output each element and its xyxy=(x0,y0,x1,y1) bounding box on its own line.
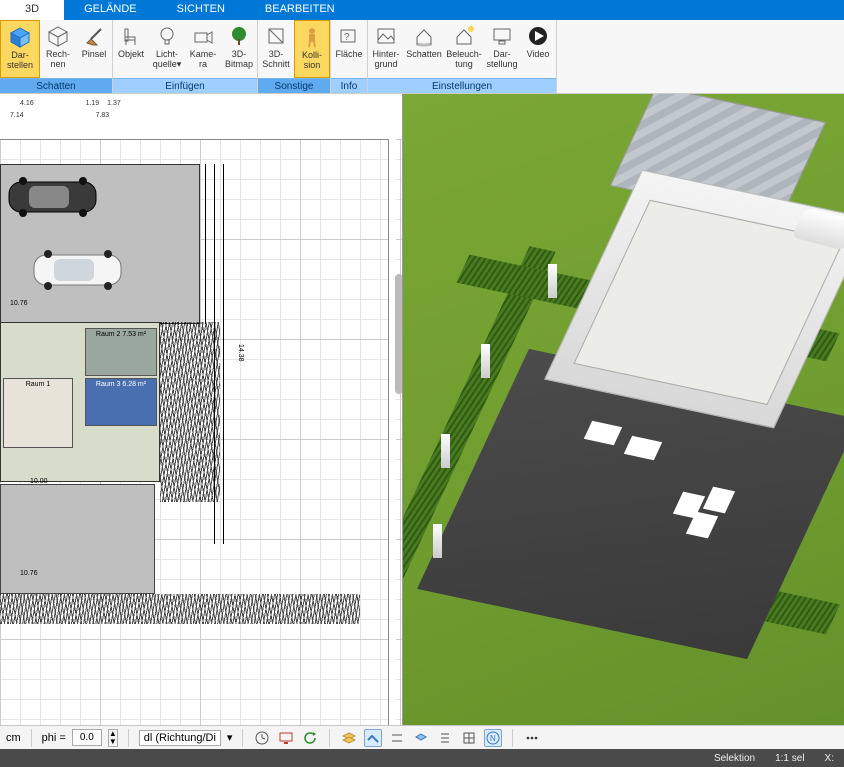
bulb-icon xyxy=(155,24,179,48)
image-icon xyxy=(374,24,398,48)
layers-icon[interactable] xyxy=(340,729,358,747)
monitor-small-icon[interactable] xyxy=(277,729,295,747)
tab-sichten[interactable]: SICHTEN xyxy=(157,0,245,20)
align-icon[interactable] xyxy=(436,729,454,747)
pillar-2 xyxy=(481,344,490,378)
tab-3d[interactable]: 3D xyxy=(0,0,64,20)
brush-icon xyxy=(82,24,106,48)
bottom-toolbar: cm phi = ▲▼ dl (Richtung/Di ▾ N xyxy=(0,725,844,749)
ribbon-label-einstellungen: Einstellungen xyxy=(368,78,556,93)
menu-small-icon[interactable] xyxy=(523,729,541,747)
workspace: 4.16 1.19 1.37 7.14 7.83 10.76 Raum 2 7.… xyxy=(0,94,844,727)
person-icon xyxy=(300,25,324,49)
play-icon xyxy=(526,24,550,48)
refresh-icon[interactable] xyxy=(301,729,319,747)
btn-3dschnitt[interactable]: 3D-Schnitt xyxy=(258,20,294,78)
btn-beleuchtung[interactable]: Beleuch-tung xyxy=(444,20,484,78)
ribbon: Dar-stellen Rech-nen Pinsel Schatten xyxy=(0,20,844,94)
mode-select[interactable]: dl (Richtung/Di xyxy=(139,730,221,746)
ribbon-label-schatten: Schatten xyxy=(0,78,112,93)
cube-outline-icon xyxy=(46,24,70,48)
ruler-vertical xyxy=(388,139,396,727)
svg-text:N: N xyxy=(490,734,496,743)
btn-rechnen[interactable]: Rech-nen xyxy=(40,20,76,78)
ribbon-label-einfuegen: Einfügen xyxy=(113,78,257,93)
pillar-3 xyxy=(441,434,450,468)
tab-bearbeiten[interactable]: BEARBEITEN xyxy=(245,0,355,20)
ribbon-label-info: Info xyxy=(331,78,367,93)
clock-icon[interactable] xyxy=(253,729,271,747)
phi-label: phi = xyxy=(42,732,66,744)
dim-side: 14.38 xyxy=(237,344,244,362)
room-2[interactable]: Raum 2 7.53 m² xyxy=(85,328,157,376)
status-bar: Selektion 1:1 sel X: xyxy=(0,749,844,767)
parallel-icon[interactable] xyxy=(388,729,406,747)
room-3[interactable]: Raum 3 6.28 m² xyxy=(85,378,157,426)
ribbon-group-info: ? Fläche Info xyxy=(331,20,368,93)
house-shadow-icon xyxy=(412,24,436,48)
tree-icon xyxy=(227,24,251,48)
car-top-2 xyxy=(30,249,125,291)
main-tab-bar: 3D GELÄNDE SICHTEN BEARBEITEN xyxy=(0,0,844,20)
pillar-4 xyxy=(433,524,442,558)
floorplan-pane[interactable]: 4.16 1.19 1.37 7.14 7.83 10.76 Raum 2 7.… xyxy=(0,94,403,727)
3d-view-pane[interactable] xyxy=(403,94,844,727)
btn-kollision[interactable]: Kolli-sion xyxy=(294,20,330,78)
dim-bottom: 10.76 xyxy=(20,570,38,577)
btn-kamera[interactable]: Kame-ra xyxy=(185,20,221,78)
svg-text:?: ? xyxy=(344,32,350,43)
grid-icon[interactable] xyxy=(460,729,478,747)
house-block[interactable]: Raum 2 7.53 m² Raum 3 6.28 m² Raum 1 xyxy=(0,322,160,482)
btn-objekt[interactable]: Objekt xyxy=(113,20,149,78)
btn-3dbitmap[interactable]: 3D-Bitmap xyxy=(221,20,257,78)
car-top-1 xyxy=(5,176,100,218)
room-1[interactable]: Raum 1 xyxy=(3,378,73,448)
house-light-icon xyxy=(452,24,476,48)
lower-parking[interactable] xyxy=(0,484,155,594)
ribbon-label-sonstige: Sonstige xyxy=(258,78,330,93)
btn-flaeche[interactable]: ? Fläche xyxy=(331,20,367,78)
pillar-1 xyxy=(548,264,557,298)
btn-schatten[interactable]: Schatten xyxy=(404,20,444,78)
status-scale: 1:1 sel xyxy=(775,753,804,764)
area-icon: ? xyxy=(337,24,361,48)
camera-icon xyxy=(191,24,215,48)
dim-parking-w: 10.76 xyxy=(10,300,28,307)
ribbon-group-einstellungen: Hinter-grund Schatten Beleuch-tung Dar-s… xyxy=(368,20,557,93)
ribbon-group-sonstige: 3D-Schnitt Kolli-sion Sonstige xyxy=(258,20,331,93)
btn-darstellung[interactable]: Dar-stellung xyxy=(484,20,520,78)
layer2-icon[interactable] xyxy=(412,729,430,747)
cube-blue-icon xyxy=(8,25,32,49)
dim-top2: 7.14 7.83 xyxy=(10,112,109,119)
scrollbar-thumb[interactable] xyxy=(395,274,403,394)
phi-input[interactable] xyxy=(72,729,102,746)
monitor-icon xyxy=(490,24,514,48)
dim-top: 4.16 1.19 1.37 xyxy=(20,100,121,107)
status-coord: X: xyxy=(825,753,834,764)
ruler-horizontal xyxy=(0,132,388,140)
chair-icon xyxy=(119,24,143,48)
tab-gelaende[interactable]: GELÄNDE xyxy=(64,0,157,20)
ribbon-group-einfuegen: Objekt Licht-quelle▾ Kame-ra 3D-Bitmap xyxy=(113,20,258,93)
section-icon xyxy=(264,24,288,48)
north-icon[interactable]: N xyxy=(484,729,502,747)
hedge-bottom xyxy=(0,594,360,624)
btn-lichtquelle[interactable]: Licht-quelle▾ xyxy=(149,20,185,78)
status-selection: Selektion xyxy=(714,753,755,764)
btn-darstellen[interactable]: Dar-stellen xyxy=(0,20,40,78)
chevron-down-icon[interactable]: ▾ xyxy=(227,731,233,744)
btn-hintergrund[interactable]: Hinter-grund xyxy=(368,20,404,78)
unit-label: cm xyxy=(6,732,21,744)
btn-pinsel[interactable]: Pinsel xyxy=(76,20,112,78)
spinner-buttons[interactable]: ▲▼ xyxy=(108,729,118,747)
ribbon-group-schatten: Dar-stellen Rech-nen Pinsel Schatten xyxy=(0,20,113,93)
dimension-lines xyxy=(200,164,230,614)
snap-icon[interactable] xyxy=(364,729,382,747)
btn-video[interactable]: Video xyxy=(520,20,556,78)
